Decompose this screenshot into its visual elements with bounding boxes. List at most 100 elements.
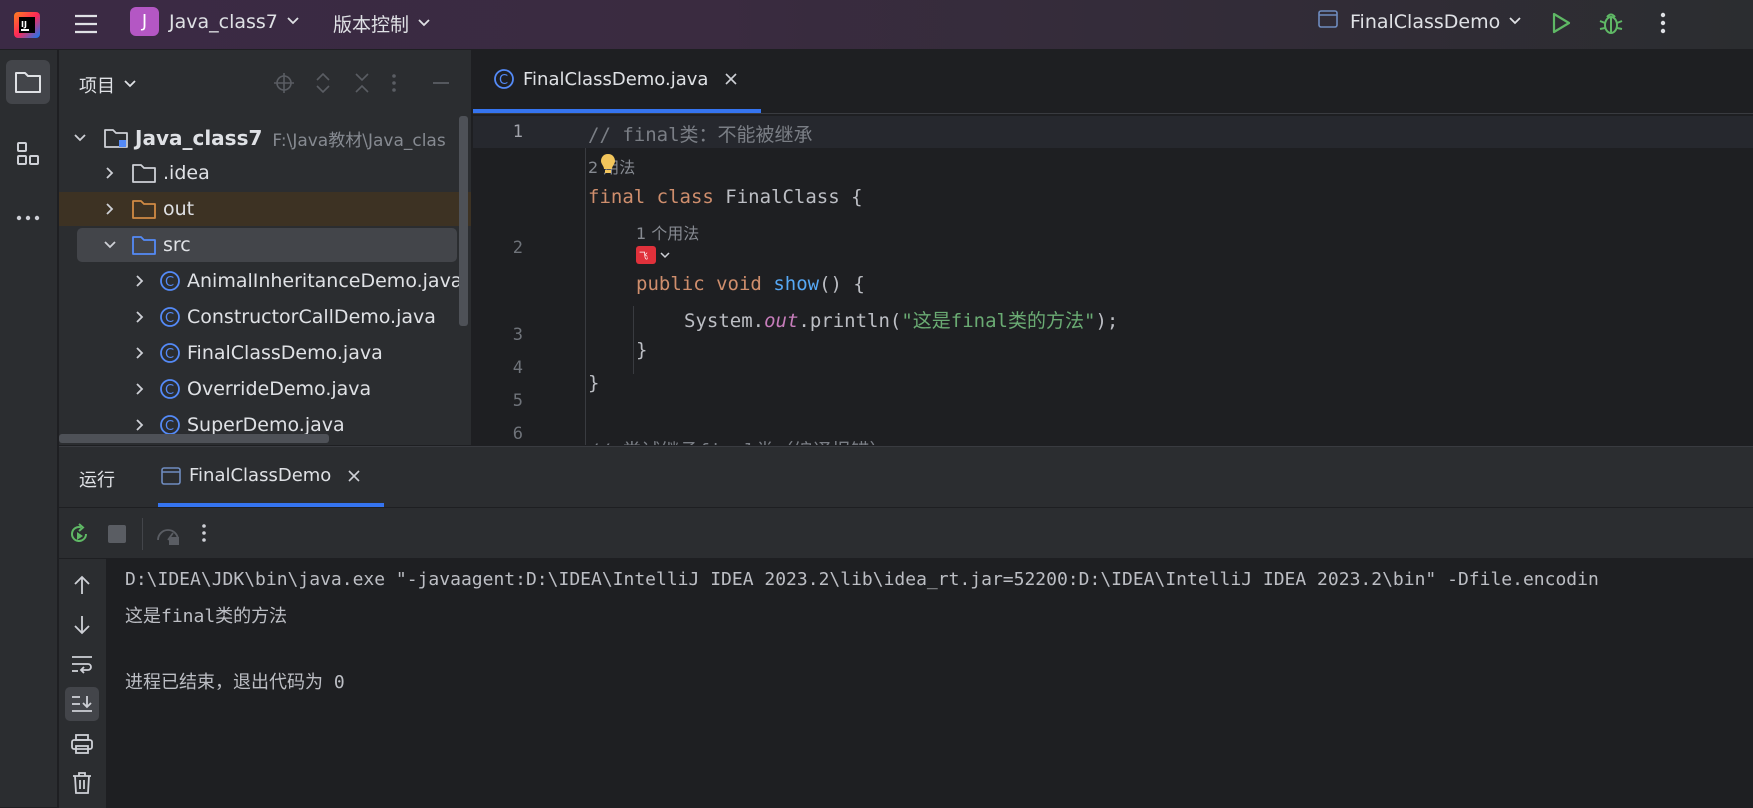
close-icon[interactable] (724, 72, 738, 86)
project-panel-title: 项目 (79, 76, 115, 97)
arrow-down-icon[interactable] (71, 613, 93, 641)
run-panel: 运行 FinalClassDemo D:\IDEA\JDK\bin\java.e… (59, 446, 1753, 808)
vcs-menu[interactable]: 版本控制 (333, 10, 431, 37)
main-menu-icon[interactable] (72, 10, 100, 38)
more-actions-icon[interactable] (199, 522, 209, 548)
project-selector[interactable]: J Java_class7 (130, 7, 300, 36)
collapse-all-icon[interactable] (352, 72, 372, 94)
soft-wrap-icon[interactable] (70, 653, 94, 679)
print-icon[interactable] (70, 733, 94, 759)
code-line-6: } (588, 372, 600, 394)
chevron-down-icon (1508, 11, 1522, 33)
java-class-icon: C (159, 270, 181, 292)
console-side-toolbar (59, 559, 107, 808)
tree-vertical-scrollbar[interactable] (459, 116, 468, 326)
tab-run-finalclassdemo[interactable]: FinalClassDemo (161, 465, 361, 486)
chevron-right-icon[interactable] (103, 166, 121, 180)
tree-item-file[interactable]: C AnimalInheritanceDemo.java (59, 264, 471, 298)
run-config-icon (161, 466, 181, 485)
code-line-3: public void show() { (636, 273, 865, 295)
translate-plugin-icon[interactable]: 飞 (636, 246, 671, 264)
project-tool-button[interactable] (6, 60, 50, 104)
svg-text:飞: 飞 (639, 251, 648, 262)
keyword: final (588, 186, 646, 208)
tree-item-project-root[interactable]: Java_class7 F:\Java教材\Java_clas (59, 121, 471, 155)
tree-item-file[interactable]: C ConstructorCallDemo.java (59, 300, 471, 334)
keyword: void (716, 273, 762, 295)
console-line: 这是final类的方法 (125, 606, 288, 627)
svg-text:C: C (165, 383, 174, 398)
stop-icon[interactable] (107, 524, 127, 548)
more-actions-icon[interactable] (1650, 10, 1676, 36)
code-text: System. (684, 310, 765, 332)
tab-label: FinalClassDemo (189, 465, 332, 486)
tree-item-src[interactable]: src (77, 228, 457, 262)
code-text: .println( (798, 310, 902, 332)
project-panel-header: 项目 (59, 50, 471, 116)
intellij-logo-icon[interactable]: IJ (12, 10, 42, 40)
hide-panel-icon[interactable] (431, 72, 451, 94)
lightbulb-icon[interactable] (598, 152, 618, 180)
chevron-down-icon (417, 13, 431, 35)
profiler-icon[interactable] (155, 522, 181, 550)
run-config-selector[interactable]: FinalClassDemo (1318, 10, 1522, 33)
close-icon[interactable] (347, 469, 361, 483)
rerun-icon[interactable] (67, 522, 91, 550)
line-number: 1 (512, 122, 523, 142)
chevron-right-icon[interactable] (133, 310, 151, 324)
source-folder-icon (131, 233, 157, 257)
structure-tool-button[interactable] (6, 132, 50, 176)
debug-button[interactable] (1597, 9, 1625, 37)
code-text: FinalClass { (713, 186, 863, 208)
java-class-icon: C (159, 342, 181, 364)
tree-item-file[interactable]: C FinalClassDemo.java (59, 336, 471, 370)
tree-horizontal-scrollbar[interactable] (59, 434, 329, 443)
chevron-down-icon[interactable] (103, 238, 121, 252)
tab-finalclassdemo[interactable]: C FinalClassDemo.java (493, 68, 738, 90)
tree-item-label: .idea (163, 162, 210, 184)
locate-icon[interactable] (273, 72, 295, 94)
string-literal: "这是final类的方法" (901, 310, 1096, 332)
usage-hint[interactable]: 1 个用法 (636, 220, 699, 244)
tree-item-label: SuperDemo.java (187, 414, 345, 436)
run-button[interactable] (1548, 10, 1574, 36)
tree-item-out[interactable]: out (59, 192, 471, 226)
code-line-4: System.out.println("这是final类的方法"); (684, 306, 1118, 333)
chevron-right-icon[interactable] (133, 418, 151, 432)
code-line-5: } (636, 339, 648, 361)
java-class-icon: C (159, 414, 181, 436)
svg-text:C: C (165, 311, 174, 326)
tree-item-label: Java_class7 (135, 126, 263, 150)
indent-guide (633, 306, 634, 374)
line-number: 5 (512, 391, 523, 411)
chevron-right-icon[interactable] (133, 382, 151, 396)
excluded-folder-icon (131, 197, 157, 221)
line-number: 4 (512, 358, 523, 378)
options-icon[interactable] (389, 72, 399, 94)
project-view-selector[interactable]: 项目 (79, 72, 137, 98)
tree-item-idea[interactable]: .idea (59, 156, 471, 190)
line-number: 3 (512, 325, 523, 345)
expand-all-icon[interactable] (313, 72, 333, 94)
chevron-right-icon[interactable] (103, 202, 121, 216)
line-number: 2 (512, 238, 523, 258)
keyword: class (656, 186, 714, 208)
arrow-up-icon[interactable] (71, 573, 93, 601)
chevron-right-icon[interactable] (133, 346, 151, 360)
chevron-right-icon[interactable] (133, 274, 151, 288)
console-line: D:\IDEA\JDK\bin\java.exe "-javaagent:D:\… (125, 569, 1599, 590)
svg-text:C: C (165, 419, 174, 434)
chevron-down-icon (123, 75, 137, 96)
scroll-to-end-icon (72, 696, 92, 712)
static-field: out (764, 310, 799, 332)
more-tools-icon[interactable] (6, 196, 50, 240)
tree-item-file[interactable]: C OverrideDemo.java (59, 372, 471, 406)
code-comment: // 尝试继承final类（编译报错） (588, 436, 889, 445)
run-config-label: FinalClassDemo (1350, 10, 1501, 33)
chevron-down-icon[interactable] (73, 131, 91, 145)
scroll-to-end-button[interactable] (65, 687, 99, 721)
active-tab-indicator (473, 109, 761, 113)
svg-text:C: C (165, 275, 174, 290)
keyword: public (636, 273, 705, 295)
trash-icon[interactable] (71, 771, 93, 799)
